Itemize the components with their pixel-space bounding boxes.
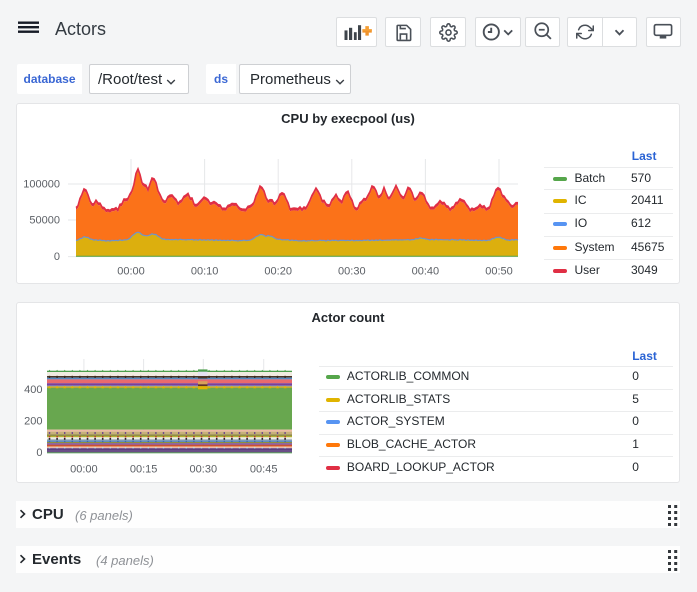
- svg-text:00:00: 00:00: [70, 464, 98, 476]
- svg-text:00:50: 00:50: [485, 266, 513, 278]
- svg-text:00:00: 00:00: [117, 266, 145, 278]
- svg-text:00:15: 00:15: [130, 464, 158, 476]
- svg-text:00:10: 00:10: [191, 266, 219, 278]
- svg-text:00:30: 00:30: [190, 464, 218, 476]
- svg-text:0: 0: [54, 251, 60, 263]
- svg-text:00:30: 00:30: [338, 266, 366, 278]
- svg-text:400: 400: [24, 384, 42, 396]
- svg-text:00:40: 00:40: [412, 266, 440, 278]
- svg-text:00:20: 00:20: [264, 266, 292, 278]
- svg-text:50000: 50000: [29, 215, 60, 227]
- svg-text:100000: 100000: [23, 179, 60, 191]
- svg-text:0: 0: [36, 447, 42, 459]
- svg-text:200: 200: [24, 416, 42, 428]
- svg-text:00:45: 00:45: [250, 464, 278, 476]
